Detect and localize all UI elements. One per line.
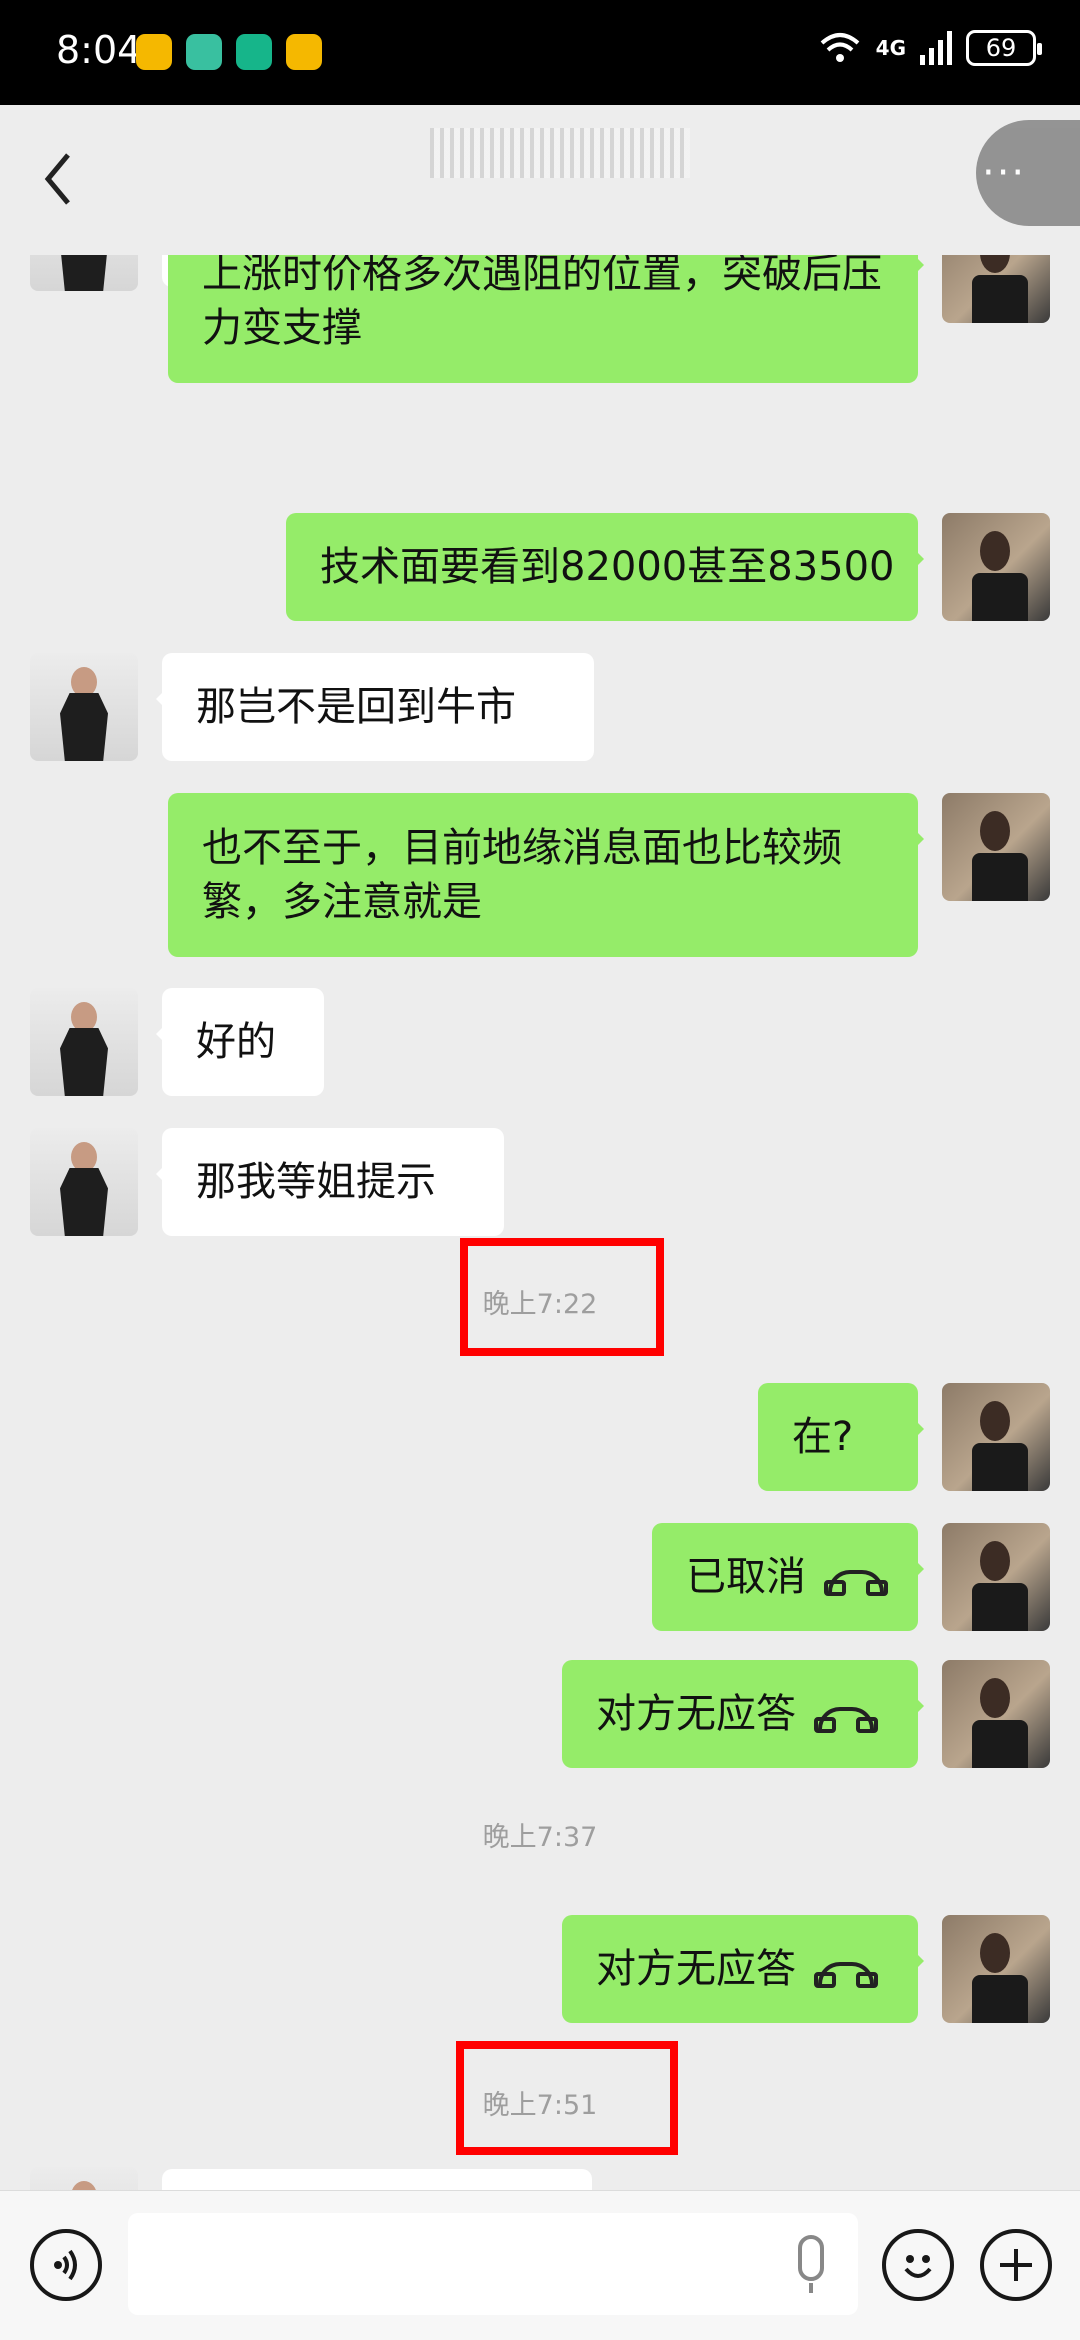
chat-title-redacted [430, 128, 690, 178]
app-icon [186, 34, 222, 70]
signal-icon [920, 31, 952, 65]
avatar[interactable] [942, 1523, 1050, 1631]
chat-messages: 上涨时价格多次遇阻的位置，突破后压力变支撑 技术面要看到82000甚至83500… [0, 255, 1080, 2190]
message-bubble[interactable] [162, 2169, 592, 2190]
avatar[interactable] [30, 988, 138, 1096]
timestamp: 晚上7:37 [482, 1822, 598, 1853]
avatar[interactable] [942, 793, 1050, 901]
status-indicators: 4G 69 [818, 30, 1042, 66]
wifi-icon [820, 33, 859, 62]
avatar[interactable] [942, 1915, 1050, 2023]
avatar[interactable] [30, 653, 138, 761]
battery-icon: 69 [966, 30, 1042, 66]
avatar[interactable] [30, 1128, 138, 1236]
timestamp: 晚上7:22 [482, 1289, 598, 1320]
hangup-icon [814, 1707, 878, 1733]
plus-button[interactable] [980, 2229, 1052, 2301]
message-bubble[interactable]: 技术面要看到82000甚至83500 [286, 513, 924, 621]
status-bar: 8:04 4G 69 [0, 0, 1080, 105]
call-record-bubble[interactable]: 对方无应答 [562, 1915, 924, 2023]
message-bubble[interactable]: 那我等姐提示 [156, 1128, 504, 1236]
avatar[interactable] [942, 513, 1050, 621]
back-chevron-icon[interactable] [38, 149, 82, 209]
message-bubble[interactable]: 好的 [156, 988, 324, 1096]
status-time: 8:04 [56, 28, 142, 72]
mic-icon[interactable] [798, 2235, 824, 2293]
call-record-bubble[interactable]: 对方无应答 [562, 1660, 924, 1768]
avatar[interactable] [30, 2167, 138, 2190]
message-bubble[interactable]: 那岂不是回到牛市 [156, 653, 594, 761]
weibo-icon [136, 34, 172, 70]
avatar[interactable] [942, 1383, 1050, 1491]
hangup-icon [814, 1962, 878, 1988]
app-icon [236, 34, 272, 70]
input-bar [0, 2190, 1080, 2340]
hangup-icon [824, 1570, 888, 1596]
message-bubble[interactable]: 上涨时价格多次遇阻的位置，突破后压力变支撑 [168, 255, 924, 383]
message-input[interactable] [128, 2213, 858, 2315]
emoji-icon [904, 2255, 932, 2278]
plus-icon [1000, 2249, 1032, 2281]
more-icon: ··· [982, 150, 1027, 196]
timestamp: 晚上7:51 [482, 2090, 598, 2121]
battery-level: 69 [985, 34, 1017, 62]
emoji-button[interactable] [882, 2229, 954, 2301]
voice-icon [54, 2249, 77, 2281]
voice-button[interactable] [30, 2229, 102, 2301]
more-button[interactable]: ··· [976, 120, 1080, 226]
network-type: 4G [875, 36, 906, 60]
avatar[interactable] [942, 255, 1050, 323]
notification-icons [136, 34, 322, 70]
avatar[interactable] [942, 1660, 1050, 1768]
call-record-bubble[interactable]: 已取消 [652, 1523, 924, 1631]
message-bubble[interactable]: 也不至于，目前地缘消息面也比较频繁，多注意就是 [168, 793, 924, 957]
weibo-icon [286, 34, 322, 70]
message-bubble[interactable]: 在? [758, 1383, 924, 1491]
avatar[interactable] [30, 255, 138, 291]
